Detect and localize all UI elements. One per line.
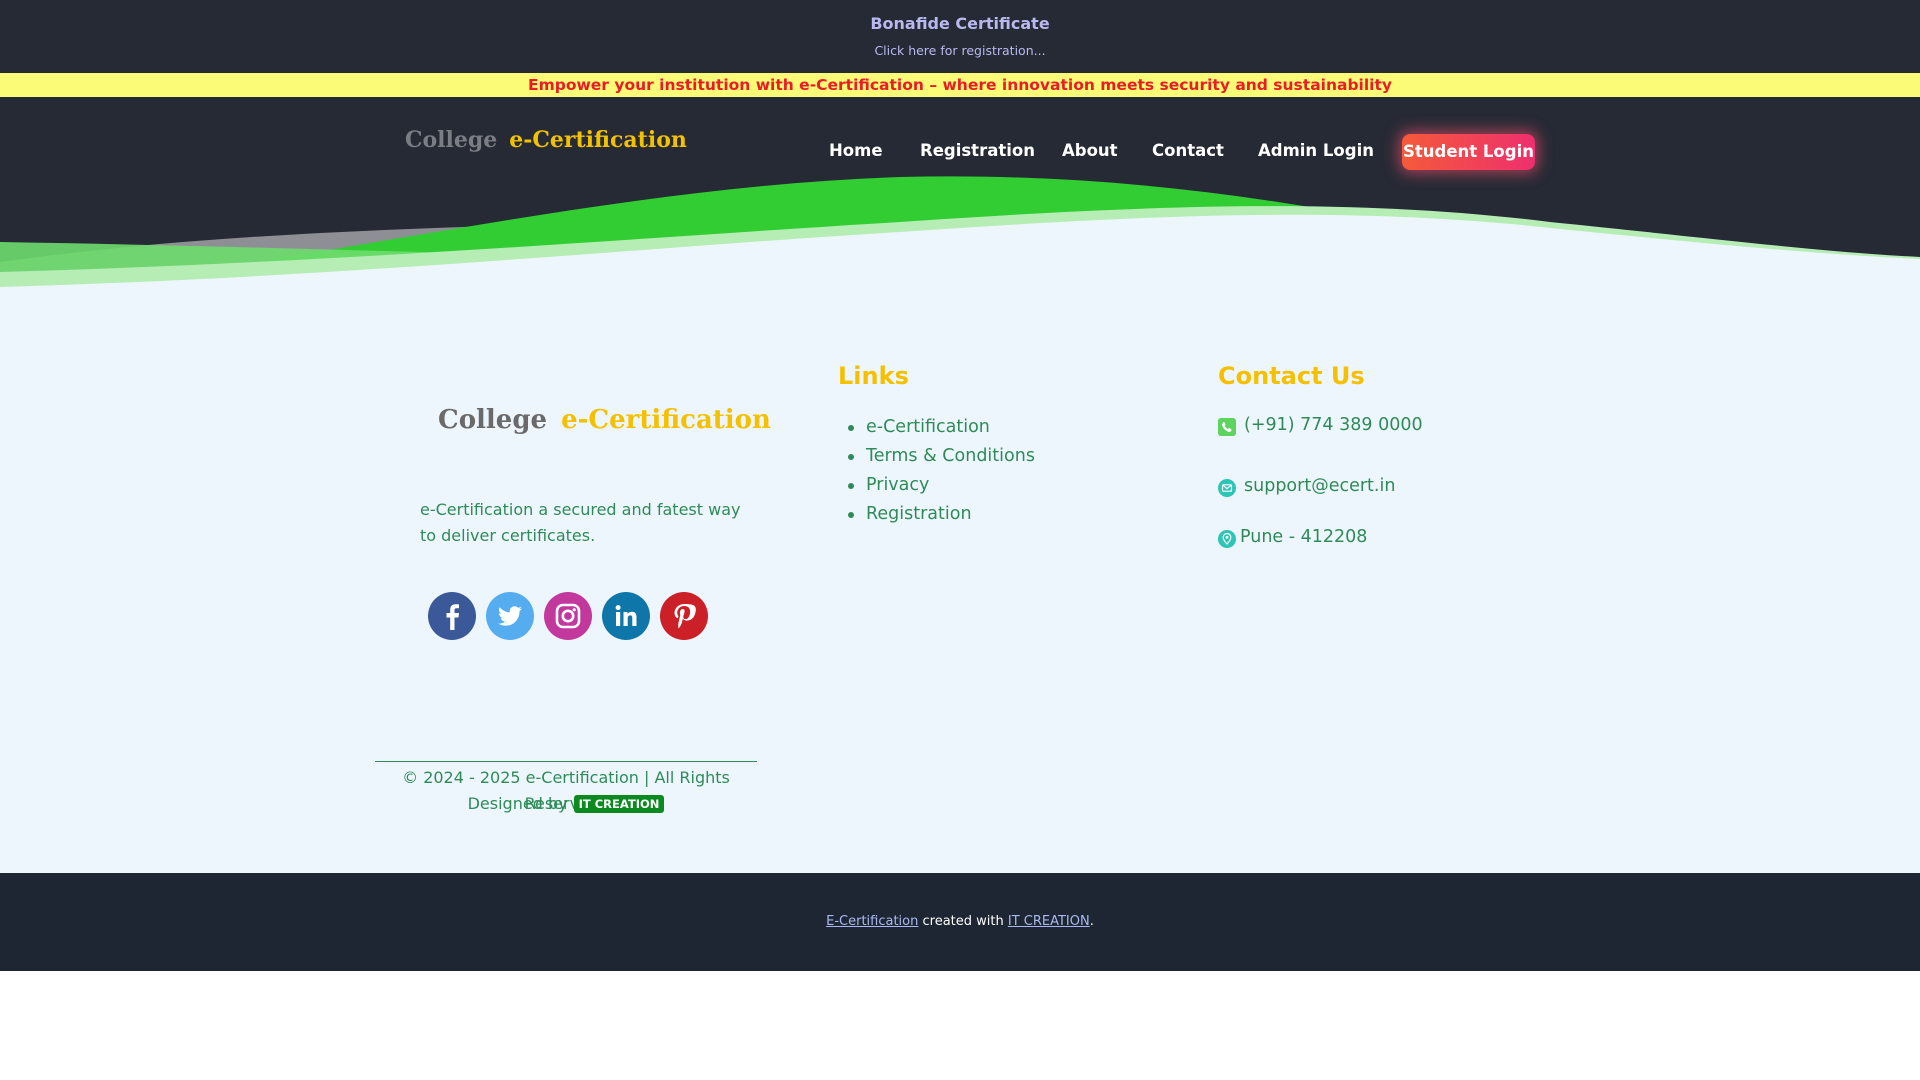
twitter-icon[interactable] xyxy=(486,592,534,640)
designed-by-label: Designed by xyxy=(467,794,568,813)
footer-link-ecertification[interactable]: e-Certification xyxy=(848,413,1035,442)
footer-description: e-Certification a secured and fatest way… xyxy=(420,500,741,545)
student-login-button[interactable]: Student Login xyxy=(1402,134,1535,170)
footer-link-label: e-Certification xyxy=(866,417,990,437)
certificate-title: Bonafide Certificate xyxy=(870,14,1050,33)
bottom-bar: E-Certification created with IT CREATION… xyxy=(0,873,1920,971)
period-text: . xyxy=(1089,914,1094,929)
contact-title: Contact Us xyxy=(1218,362,1365,390)
bullet-icon xyxy=(848,425,854,431)
copyright-divider xyxy=(375,761,757,762)
bullet-icon xyxy=(848,512,854,518)
footer-links: e-Certification Terms & Conditions Priva… xyxy=(848,413,1035,529)
brand-ecert: e-Certification xyxy=(509,127,687,153)
location-text: Pune - 412208 xyxy=(1240,527,1368,547)
footer-link-privacy[interactable]: Privacy xyxy=(848,471,1035,500)
ecertification-link[interactable]: E-Certification xyxy=(826,914,918,929)
footer-brand-ecert: e-Certification xyxy=(561,405,771,435)
nav-about[interactable]: About xyxy=(1062,141,1118,160)
nav-registration[interactable]: Registration xyxy=(920,141,1035,160)
footer-link-label: Privacy xyxy=(866,475,930,495)
bullet-icon xyxy=(848,483,854,489)
header: College e-Certification Home Registration… xyxy=(0,97,1920,347)
location-icon xyxy=(1218,530,1236,548)
created-with-text: created with xyxy=(918,914,1008,929)
footer-link-label: Registration xyxy=(866,504,972,524)
nav-admin-login[interactable]: Admin Login xyxy=(1258,141,1374,160)
top-bar: Bonafide Certificate Click here for regi… xyxy=(0,0,1920,73)
footer-brand: College e-Certification xyxy=(438,405,771,435)
linkedin-icon[interactable] xyxy=(602,592,650,640)
it-creation-badge[interactable]: IT CREATION xyxy=(573,795,665,813)
header-waves xyxy=(0,97,1920,347)
footer-brand-college: College xyxy=(438,405,548,435)
nav-contact[interactable]: Contact xyxy=(1152,141,1224,160)
nav-home[interactable]: Home xyxy=(829,141,883,160)
email-icon xyxy=(1218,479,1236,497)
phone-text: (+91) 774 389 0000 xyxy=(1244,415,1423,435)
facebook-icon[interactable] xyxy=(428,592,476,640)
instagram-icon[interactable] xyxy=(544,592,592,640)
registration-link[interactable]: Click here for registration... xyxy=(0,43,1920,58)
email-text: support@ecert.in xyxy=(1244,476,1396,496)
links-title: Links xyxy=(838,362,909,390)
footer-link-registration[interactable]: Registration xyxy=(848,500,1035,529)
pinterest-icon[interactable] xyxy=(660,592,708,640)
phone-icon xyxy=(1218,418,1236,436)
bullet-icon xyxy=(848,454,854,460)
footer-link-label: Terms & Conditions xyxy=(866,446,1035,466)
brand-college: College xyxy=(405,127,498,153)
it-creation-link[interactable]: IT CREATION xyxy=(1008,914,1090,929)
announcement-marquee: Empower your institution with e-Certific… xyxy=(0,73,1920,97)
footer: College e-Certification e-Certification a… xyxy=(0,347,1920,873)
header-brand[interactable]: College e-Certification xyxy=(405,127,687,153)
footer-link-terms[interactable]: Terms & Conditions xyxy=(848,442,1035,471)
designed-by: Designed by IT CREATION xyxy=(375,791,757,817)
